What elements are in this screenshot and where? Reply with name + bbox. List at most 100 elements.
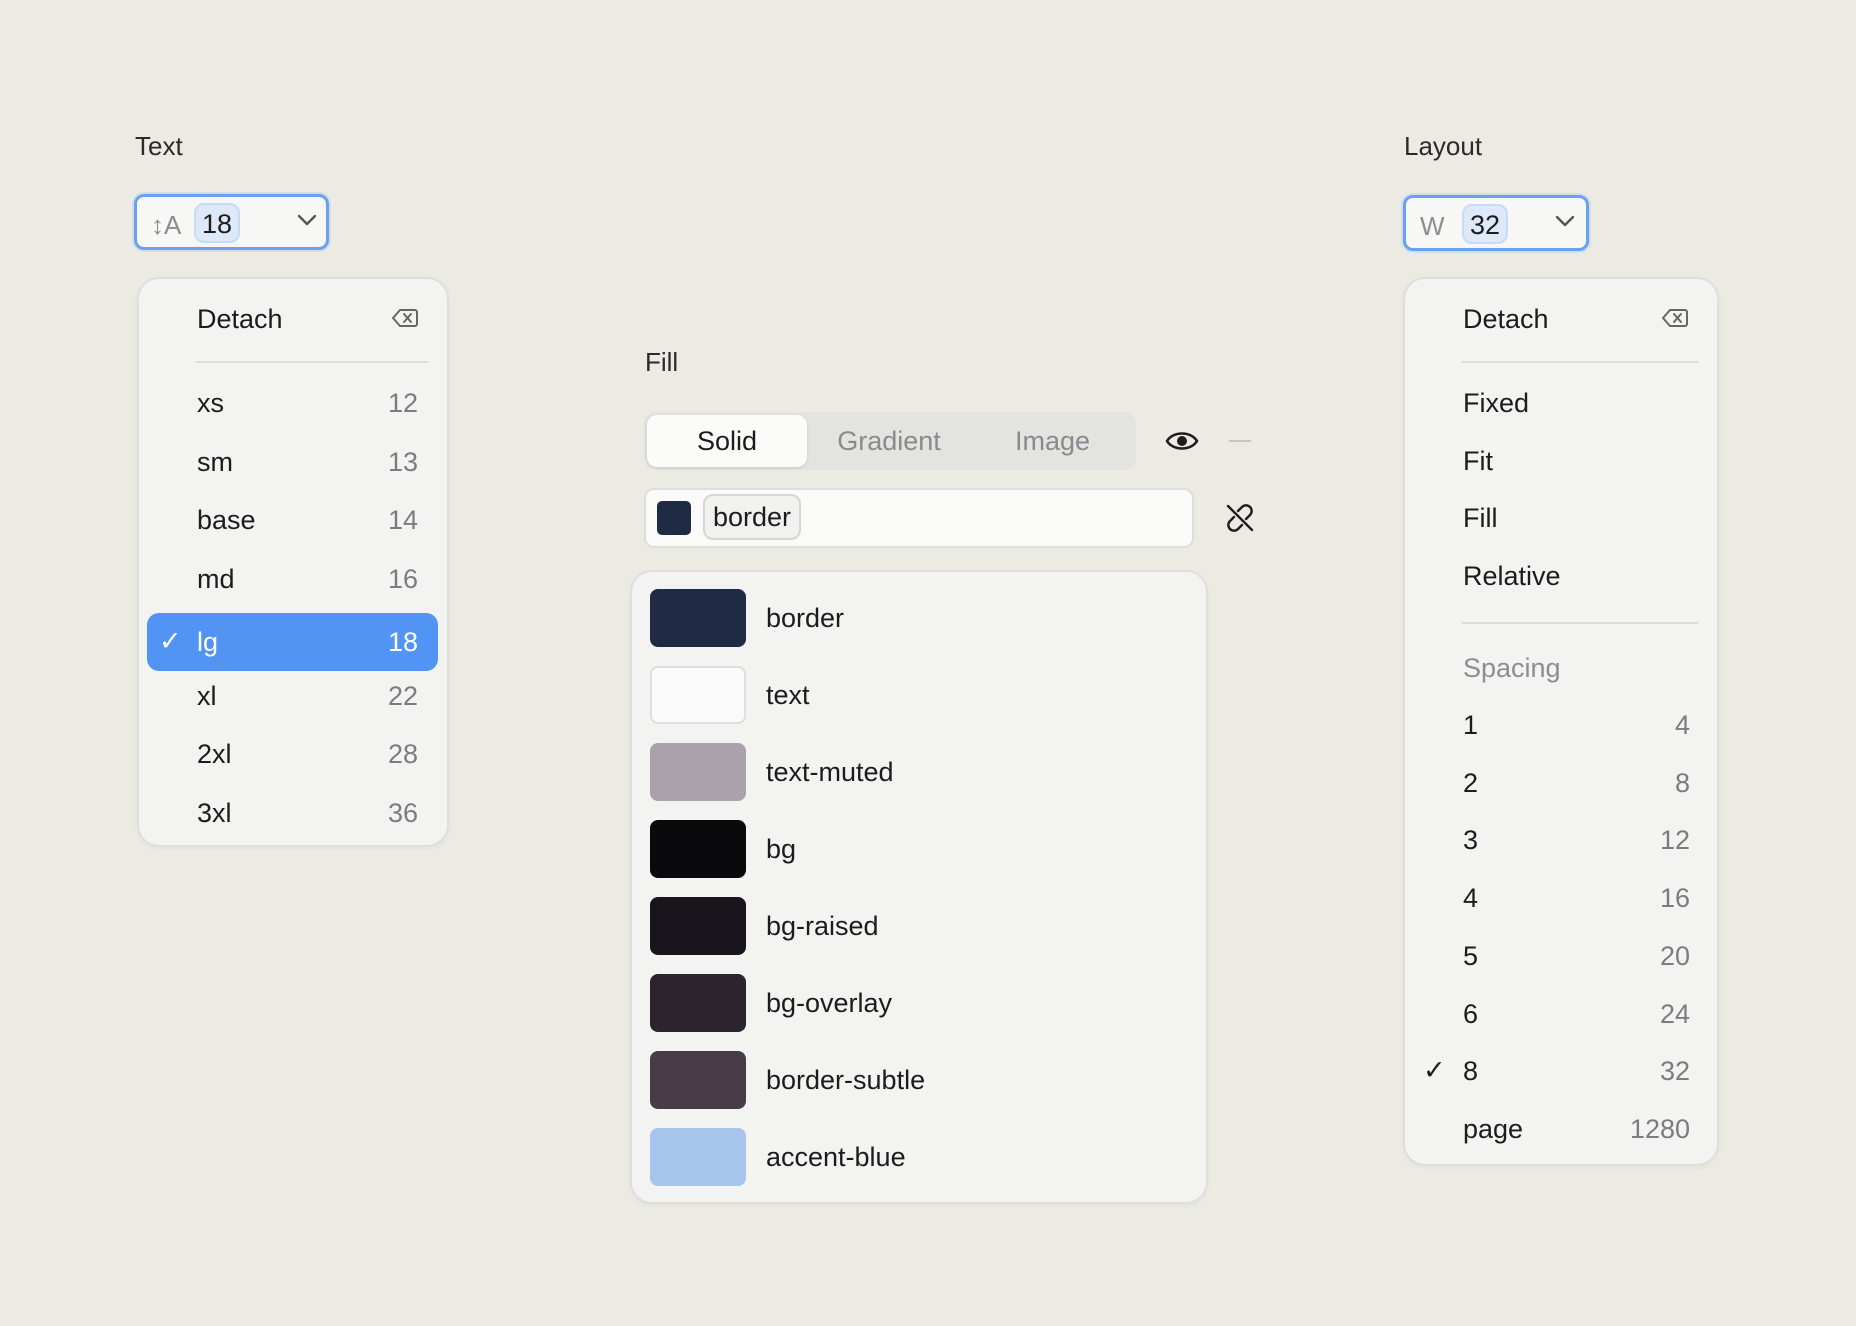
font-size-option-value: 12 xyxy=(387,388,418,418)
font-size-option[interactable]: md 16 xyxy=(139,555,447,603)
spacing-option[interactable]: page 1280 xyxy=(1405,1105,1717,1153)
color-swatch xyxy=(650,820,746,878)
color-token-name: border-subtle xyxy=(766,1065,926,1095)
spacing-option[interactable]: 4 16 xyxy=(1405,874,1717,922)
color-swatch xyxy=(650,1051,746,1109)
spacing-option[interactable]: 6 24 xyxy=(1405,990,1717,1038)
color-token-item[interactable]: bg-raised xyxy=(632,897,1206,957)
tab-image[interactable]: Image xyxy=(971,412,1134,470)
font-size-option-value: 14 xyxy=(387,505,418,535)
color-token-name: bg-overlay xyxy=(766,988,893,1018)
unlink-icon[interactable] xyxy=(1225,503,1255,533)
detach-icon xyxy=(1662,309,1688,327)
spacing-option[interactable]: 14 xyxy=(1405,701,1717,749)
spacing-option-label: 6 xyxy=(1463,998,1479,1029)
text-section-title: Text xyxy=(135,131,183,161)
font-size-option-label: xl xyxy=(197,680,217,711)
fill-section-title: Fill xyxy=(645,347,679,377)
sizing-option-label: Fill xyxy=(1463,503,1498,533)
font-size-option-label: md xyxy=(197,563,235,594)
spacing-option-value: 20 xyxy=(1659,940,1690,971)
font-size-option-label: lg xyxy=(197,627,219,657)
font-size-option[interactable]: base 14 xyxy=(139,496,447,544)
color-token-item[interactable]: text-muted xyxy=(632,743,1206,803)
font-size-option[interactable]: 3xl 36 xyxy=(139,789,447,837)
spacing-option[interactable]: 28 xyxy=(1405,759,1717,807)
detach-label: Detach xyxy=(1463,304,1549,334)
font-size-option-value: 28 xyxy=(387,739,418,769)
font-size-option-value: 16 xyxy=(387,563,418,594)
spacing-option-value: 24 xyxy=(1659,998,1690,1029)
color-token-item[interactable]: border-subtle xyxy=(632,1051,1206,1111)
width-prefix: W xyxy=(1420,211,1445,241)
font-size-option[interactable]: sm 13 xyxy=(139,438,447,486)
detach-menu-item[interactable]: Detach xyxy=(139,295,447,343)
spacing-header: Spacing xyxy=(1405,644,1717,692)
sizing-option[interactable]: Fill xyxy=(1405,494,1717,542)
spacing-option[interactable]: 5 20 xyxy=(1405,932,1717,980)
color-token-name: border xyxy=(766,603,845,633)
color-token-name: bg-raised xyxy=(766,911,879,941)
sizing-option[interactable]: Fixed xyxy=(1405,379,1717,427)
color-token-name: accent-blue xyxy=(766,1142,906,1172)
font-size-option[interactable]: xl 22 xyxy=(139,672,447,720)
text-size-icon: ↕A xyxy=(151,210,182,240)
sizing-option[interactable]: Relative xyxy=(1405,552,1717,600)
fill-color-field[interactable]: border xyxy=(644,488,1194,548)
color-token-item[interactable]: bg-overlay xyxy=(632,974,1206,1034)
font-size-option[interactable]: xs 12 xyxy=(139,379,447,427)
spacing-option-label: 3 xyxy=(1463,825,1479,856)
font-size-combo[interactable]: ↕A 18 xyxy=(134,194,329,250)
font-size-option-value: 18 xyxy=(387,627,418,657)
tab-gradient[interactable]: Gradient xyxy=(807,412,971,470)
font-size-option-label: base xyxy=(197,505,256,535)
font-size-option-value: 36 xyxy=(387,797,418,828)
font-size-option-label: sm xyxy=(197,446,233,477)
color-swatch xyxy=(650,1128,746,1186)
spacing-option-value: 4 xyxy=(1674,710,1690,740)
color-swatch xyxy=(650,974,746,1032)
color-swatch[interactable] xyxy=(657,501,691,535)
checkmark-icon: ✓ xyxy=(1423,1055,1446,1086)
color-swatch xyxy=(650,589,746,647)
spacing-option[interactable]: ✓ 8 32 xyxy=(1405,1047,1717,1095)
chevron-down-icon[interactable] xyxy=(297,213,317,227)
color-token-item[interactable]: accent-blue xyxy=(632,1128,1206,1188)
sizing-option-label: Fixed xyxy=(1463,388,1530,418)
spacing-option-value: 8 xyxy=(1674,767,1690,798)
detach-menu-item[interactable]: Detach xyxy=(1405,295,1717,343)
spacing-option[interactable]: 3 12 xyxy=(1405,816,1717,864)
menu-divider xyxy=(196,361,428,363)
detach-label: Detach xyxy=(197,304,283,334)
color-swatch xyxy=(650,666,746,724)
font-size-option-value: 13 xyxy=(387,446,418,477)
font-size-option-value: 22 xyxy=(387,680,418,711)
tab-solid[interactable]: Solid xyxy=(647,415,807,467)
spacing-option-label: 4 xyxy=(1463,883,1479,914)
font-size-option[interactable]: 2xl 28 xyxy=(139,730,447,778)
fill-token-chip[interactable]: border xyxy=(703,494,802,540)
eye-icon[interactable] xyxy=(1165,429,1199,453)
font-size-value[interactable]: 18 xyxy=(194,203,241,243)
fill-type-tabs: Solid Gradient Image xyxy=(644,412,1136,470)
spacing-option-label: 5 xyxy=(1463,940,1479,971)
color-token-item[interactable]: text xyxy=(632,666,1206,726)
font-size-option[interactable]: ✓ lg 18 xyxy=(147,613,438,671)
spacing-header-label: Spacing xyxy=(1463,653,1561,683)
sizing-option[interactable]: Fit xyxy=(1405,437,1717,485)
spacing-option-label: page xyxy=(1463,1113,1524,1144)
layout-section-title: Layout xyxy=(1404,131,1483,161)
spacing-option-label: 1 xyxy=(1463,710,1479,740)
menu-divider xyxy=(1462,622,1698,624)
color-swatch xyxy=(650,897,746,955)
color-token-item[interactable]: bg xyxy=(632,820,1206,880)
width-value[interactable]: 32 xyxy=(1462,204,1509,244)
minus-icon[interactable] xyxy=(1229,440,1251,442)
menu-divider xyxy=(1462,361,1698,363)
chevron-down-icon[interactable] xyxy=(1555,214,1575,228)
width-combo[interactable]: W 32 xyxy=(1403,195,1589,251)
color-token-name: bg xyxy=(766,834,797,864)
color-token-name: text-muted xyxy=(766,757,894,787)
color-swatch xyxy=(650,743,746,801)
color-token-item[interactable]: border xyxy=(632,589,1206,649)
